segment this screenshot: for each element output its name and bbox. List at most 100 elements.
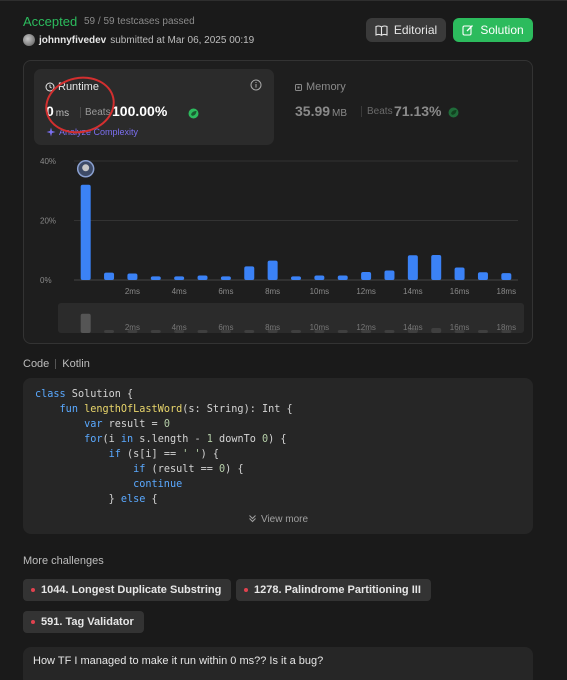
overview-bar — [384, 330, 395, 333]
challenge-chip[interactable]: 1044. Longest Duplicate Substring — [23, 579, 232, 601]
edit-icon — [462, 25, 474, 36]
overview-bar — [244, 330, 255, 333]
chart-bar[interactable] — [431, 255, 442, 280]
challenge-chip[interactable]: 591. Tag Validator — [23, 611, 144, 633]
chart-bar[interactable] — [80, 184, 91, 280]
memory-value: 35.99 MB — [295, 103, 347, 119]
memory-title[interactable]: Memory — [294, 81, 346, 93]
more-challenges-title: More challenges — [23, 555, 104, 567]
x-tick-label: 12ms — [356, 287, 376, 296]
overview-tick-label: 16ms — [450, 323, 470, 332]
chart-bar[interactable] — [244, 266, 255, 280]
overview-tick-label: 4ms — [172, 323, 187, 332]
overview-bar — [477, 330, 488, 333]
solution-button[interactable]: Solution — [453, 18, 533, 42]
chart-bar[interactable] — [407, 255, 418, 280]
memory-beats-value: 71.13% — [394, 103, 442, 119]
runtime-beats-value: 100.00% — [112, 103, 168, 119]
overview-tick-label: 2ms — [125, 323, 140, 332]
overview-bar — [197, 330, 208, 333]
x-tick-label: 10ms — [310, 287, 330, 296]
chevrons-down-icon — [249, 515, 256, 523]
submitted-time: submitted at Mar 06, 2025 00:19 — [110, 34, 255, 46]
overview-tick-label: 18ms — [497, 323, 517, 332]
book-icon — [375, 24, 388, 36]
overview-tick-label: 14ms — [403, 323, 423, 332]
editorial-label: Editorial — [393, 23, 438, 37]
user-avatar[interactable] — [23, 34, 35, 46]
challenge-chip[interactable]: 1278. Palindrome Partitioning III — [236, 579, 431, 601]
chart-bar[interactable] — [291, 276, 301, 280]
overview-bar — [337, 330, 348, 333]
chart-bar[interactable] — [501, 273, 512, 280]
username-link[interactable]: johnnyfivedev — [39, 35, 106, 46]
chart-bar[interactable] — [104, 272, 115, 280]
x-tick-label: 6ms — [218, 287, 233, 296]
challenge-label: 1278. Palindrome Partitioning III — [254, 584, 421, 596]
overview-bar — [431, 327, 442, 333]
chart-bar[interactable] — [267, 260, 278, 280]
code-block[interactable]: class Solution { fun lengthOfLastWord(s:… — [23, 378, 533, 534]
overview-tick-label: 6ms — [218, 323, 233, 332]
performance-card: Runtime 0 ms Beats 100.00% Analyze Comple… — [23, 60, 533, 344]
memory-number: 35.99 — [295, 103, 331, 119]
x-tick-label: 14ms — [403, 287, 423, 296]
overview-bar — [291, 330, 301, 333]
code-language: Kotlin — [62, 358, 90, 370]
code-label: Code — [23, 358, 50, 370]
chart-bar[interactable] — [314, 275, 325, 280]
chart-bar[interactable] — [361, 271, 372, 280]
difficulty-dot — [31, 588, 35, 592]
challenge-label: 1044. Longest Duplicate Substring — [41, 584, 222, 596]
chart-bar[interactable] — [127, 273, 138, 280]
x-tick-label: 16ms — [450, 287, 470, 296]
solution-label: Solution — [480, 23, 524, 37]
leaf-icon-memory — [448, 107, 459, 118]
runtime-distribution-chart[interactable]: 0% 20% 40% 2ms 4ms 6ms 8ms 10ms 12ms 14ms 16ms 18ms… — [34, 153, 524, 341]
chart-bar[interactable] — [174, 276, 185, 280]
x-tick-label: 2ms — [125, 287, 140, 296]
user-avatar-marker-face — [82, 164, 90, 172]
y-tick-label: 40% — [40, 157, 56, 166]
chart-bar[interactable] — [220, 276, 231, 280]
code-header-separator — [55, 359, 57, 369]
x-tick-label: 4ms — [172, 287, 187, 296]
comment-text: How TF I managed to make it run within 0… — [33, 655, 324, 667]
testcases-count: 59 / 59 testcases passed — [84, 16, 195, 27]
overview-bar — [104, 330, 115, 333]
challenge-label: 591. Tag Validator — [41, 616, 134, 628]
top-divider — [0, 0, 567, 1]
y-tick-label: 20% — [40, 217, 56, 226]
overview-tick-label: 10ms — [310, 323, 330, 332]
code-content: class Solution { fun lengthOfLastWord(s:… — [35, 389, 293, 505]
chart-bar[interactable] — [384, 270, 395, 280]
y-tick-label: 0% — [40, 276, 52, 285]
editorial-button[interactable]: Editorial — [366, 18, 446, 42]
chart-bar[interactable] — [197, 275, 208, 280]
status-accepted: Accepted — [23, 14, 78, 29]
view-more-label: View more — [260, 514, 309, 525]
view-more-button[interactable]: View more — [23, 514, 533, 525]
submission-byline: johnnyfivedev submitted at Mar 06, 2025 … — [23, 34, 254, 46]
overview-bar — [80, 313, 91, 333]
overview-tick-label: 12ms — [356, 323, 376, 332]
chart-bar[interactable] — [337, 275, 348, 280]
x-tick-label: 8ms — [265, 287, 280, 296]
memory-beats-label: Beats — [367, 106, 393, 117]
runtime-panel[interactable]: Runtime 0 ms Beats 100.00% Analyze Comple… — [34, 69, 274, 145]
chart-bar[interactable] — [454, 267, 465, 280]
chart-bar[interactable] — [150, 276, 161, 280]
memory-separator — [361, 106, 362, 117]
memory-chip-icon — [295, 83, 302, 91]
overview-tick-label: 8ms — [265, 323, 280, 332]
difficulty-dot — [244, 588, 248, 592]
memory-title-label: Memory — [306, 81, 346, 93]
overview-bar — [150, 330, 161, 333]
chart-bar[interactable] — [477, 272, 488, 280]
memory-unit: MB — [332, 108, 348, 119]
code-header: Code Kotlin — [23, 358, 90, 370]
difficulty-dot — [31, 620, 35, 624]
comment-box[interactable]: How TF I managed to make it run within 0… — [23, 647, 533, 680]
leaf-icon — [188, 108, 199, 119]
info-icon[interactable] — [250, 79, 262, 91]
